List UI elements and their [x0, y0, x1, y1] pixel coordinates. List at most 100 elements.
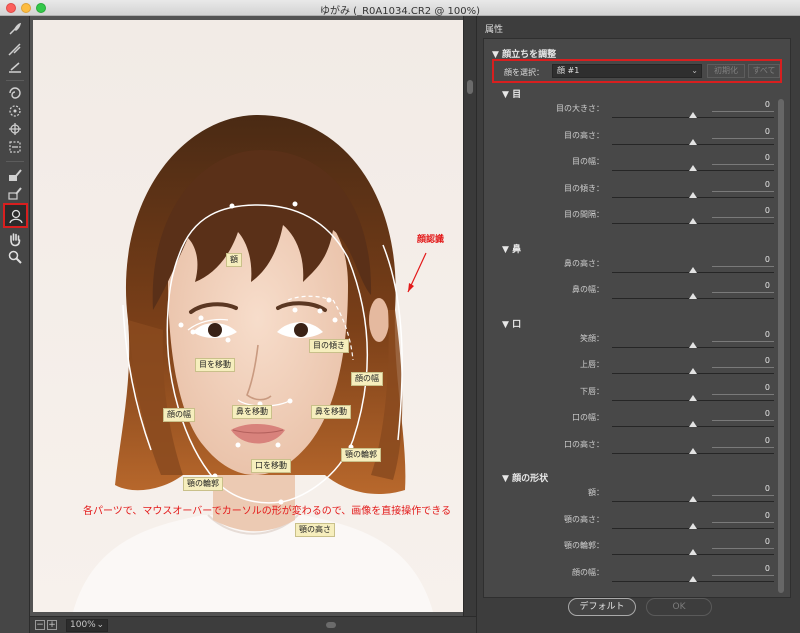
face-width-left-label[interactable]: 顔の幅 [163, 408, 195, 422]
param-label: 目の幅： [572, 157, 604, 166]
param-slider-thumb[interactable] [689, 575, 697, 582]
param-label: 鼻の高さ： [564, 258, 604, 268]
param-value-input[interactable]: 0 [712, 383, 774, 395]
zoom-icon[interactable] [4, 248, 26, 266]
param-value-input[interactable]: 0 [712, 537, 774, 549]
zoom-level-select[interactable]: 100% ⌄ [66, 619, 108, 632]
param-label: 顎の輪郭： [564, 541, 604, 550]
param-slider-thumb[interactable] [689, 165, 697, 171]
param-slider-thumb[interactable] [689, 191, 697, 198]
chevron-down-icon: ⌄ [691, 66, 698, 75]
panel-scrollbar[interactable] [777, 99, 785, 593]
face-tool-icon[interactable] [3, 203, 28, 228]
forward-warp-icon[interactable] [4, 20, 26, 38]
param-slider-thumb[interactable] [689, 341, 697, 348]
param-slider-thumb[interactable] [689, 549, 697, 555]
nose-move-handle-label[interactable]: 鼻を移動 [232, 405, 272, 419]
chin-height-handle-label[interactable]: 顎の高さ [295, 523, 335, 537]
param-slider-thumb[interactable] [689, 112, 697, 118]
param-slider-thumb[interactable] [689, 421, 697, 427]
param-label: 顎の高さ： [564, 514, 604, 524]
reconstruct-icon[interactable] [4, 40, 26, 58]
default-button[interactable]: デフォルト [568, 598, 636, 616]
param-value-input[interactable]: 0 [712, 255, 774, 267]
push-left-icon[interactable] [4, 138, 26, 156]
param-label: 目の傾き： [564, 183, 604, 193]
param-slider-thumb[interactable] [689, 394, 697, 401]
face-select-dropdown[interactable]: 顔 #1 ⌄ [552, 64, 702, 78]
chevron-down-icon: ⌄ [96, 620, 104, 630]
jaw-contour-right-label[interactable]: 顎の輪郭 [341, 448, 381, 462]
nose-height-handle-label[interactable]: 鼻を移動 [311, 405, 351, 419]
param-label: 額： [588, 488, 604, 497]
pucker-icon[interactable] [4, 102, 26, 120]
eye-tilt-handle-label[interactable]: 目の傾き [309, 339, 349, 353]
param-value-input[interactable]: 0 [712, 206, 774, 218]
param-slider-thumb[interactable] [689, 266, 697, 273]
tools-panel [0, 16, 30, 633]
param-value-input[interactable]: 0 [712, 100, 774, 112]
group-title-3[interactable]: ▼ 顔の形状 [502, 471, 548, 484]
param-label: 鼻の幅： [572, 285, 604, 294]
param-slider-thumb[interactable] [689, 368, 697, 374]
twirl-icon[interactable] [4, 84, 26, 102]
param-slider-thumb[interactable] [689, 496, 697, 502]
face-select-label: 顔を選択： [504, 68, 544, 77]
canvas-vertical-scroll-thumb[interactable] [467, 80, 473, 94]
param-label: 顔の幅： [572, 567, 604, 577]
all-button[interactable]: すべて [748, 64, 780, 78]
freeze-mask-icon[interactable] [4, 166, 26, 184]
param-label: 口の高さ： [564, 439, 604, 449]
portrait-photo[interactable]: 額 目の傾き 目を移動 顔の幅 顔の幅 鼻を移動 鼻を移動 顎の輪郭 口を移動 … [33, 20, 466, 612]
face-recognition-note: 顔認識 [417, 235, 445, 245]
title-bar: ゆがみ (_R0A1034.CR2 @ 100%) [0, 0, 800, 17]
group-title-2[interactable]: ▼ 口 [502, 317, 521, 330]
zoom-out-button[interactable]: − [35, 620, 45, 630]
param-slider-thumb[interactable] [689, 522, 697, 529]
param-label: 上唇： [580, 360, 604, 369]
ok-button[interactable]: OK [646, 598, 712, 616]
param-slider-thumb[interactable] [689, 293, 697, 299]
param-label: 笑顔： [580, 333, 604, 343]
param-value-input[interactable]: 0 [712, 436, 774, 448]
panel-scroll-thumb[interactable] [778, 99, 784, 593]
caption-note: 各パーツで、マウスオーバーでカーソルの形が変わるので、画像を直接操作できる [83, 506, 452, 517]
preview-canvas[interactable]: 額 目の傾き 目を移動 顔の幅 顔の幅 鼻を移動 鼻を移動 顎の輪郭 口を移動 … [30, 16, 466, 616]
eye-move-handle-label[interactable]: 目を移動 [195, 358, 235, 372]
window-title: ゆがみ (_R0A1034.CR2 @ 100%) [320, 6, 480, 17]
param-value-input[interactable]: 0 [712, 281, 774, 293]
param-label: 目の大きさ： [556, 104, 604, 113]
canvas-horizontal-scroll-thumb[interactable] [326, 622, 336, 628]
smooth-icon[interactable] [4, 58, 26, 76]
canvas-vertical-scrollbar[interactable] [463, 16, 476, 616]
param-value-input[interactable]: 0 [712, 409, 774, 421]
face-width-right-label[interactable]: 顔の幅 [351, 372, 383, 386]
jaw-contour-left-label[interactable]: 顎の輪郭 [183, 477, 223, 491]
param-label: 目の高さ： [564, 130, 604, 140]
param-slider-thumb[interactable] [689, 447, 697, 454]
group-title-1[interactable]: ▼ 鼻 [502, 242, 521, 255]
hand-icon[interactable] [4, 230, 26, 248]
reset-button[interactable]: 初期化 [707, 64, 745, 78]
face-select-row: 顔を選択： 顔 #1 ⌄ 初期化 すべて [492, 59, 782, 83]
param-value-input[interactable]: 0 [712, 153, 774, 165]
param-value-input[interactable]: 0 [712, 564, 774, 576]
param-label: 下唇： [580, 386, 604, 396]
thaw-mask-icon[interactable] [4, 184, 26, 202]
properties-content: ▼ 顔立ちを調整 顔を選択： 顔 #1 ⌄ 初期化 すべて ▼ 目目の大きさ： 0… [483, 38, 791, 598]
panel-header: 属性 [485, 25, 504, 35]
param-label: 目の間隔： [564, 210, 604, 219]
param-value-input[interactable]: 0 [712, 127, 774, 139]
mouth-move-handle-label[interactable]: 口を移動 [251, 459, 291, 473]
param-value-input[interactable]: 0 [712, 330, 774, 342]
param-value-input[interactable]: 0 [712, 484, 774, 496]
param-slider-thumb[interactable] [689, 218, 697, 224]
forehead-handle-label[interactable]: 額 [226, 253, 242, 267]
param-value-input[interactable]: 0 [712, 511, 774, 523]
param-value-input[interactable]: 0 [712, 356, 774, 368]
bloat-icon[interactable] [4, 120, 26, 138]
zoom-in-button[interactable]: + [47, 620, 57, 630]
group-title-0[interactable]: ▼ 目 [502, 87, 521, 100]
param-slider-thumb[interactable] [689, 138, 697, 145]
param-value-input[interactable]: 0 [712, 180, 774, 192]
